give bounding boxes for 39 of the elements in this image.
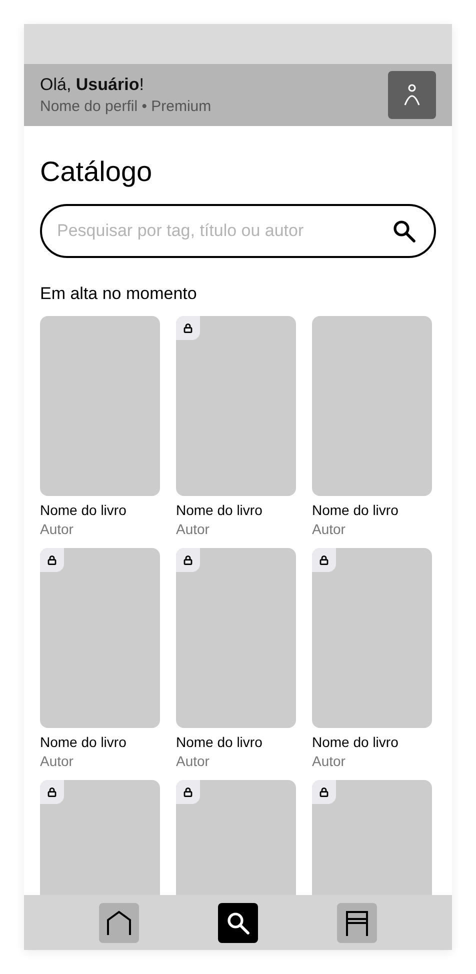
book-author: Autor xyxy=(40,753,74,769)
lock-icon xyxy=(183,787,193,797)
book-author: Autor xyxy=(312,521,346,537)
search-field[interactable]: Pesquisar por tag, título ou autor xyxy=(40,204,436,258)
book-title: Nome do livro xyxy=(40,502,128,518)
shelf-icon xyxy=(345,910,370,936)
lock-icon xyxy=(183,323,193,333)
lock-icon xyxy=(47,787,57,797)
library-tab[interactable] xyxy=(337,902,378,942)
search-icon[interactable] xyxy=(392,219,416,243)
greeting: Olá, Usuário! xyxy=(40,75,145,95)
profile-subtitle: Nome do perfil • Premium xyxy=(40,98,212,115)
search-tab[interactable] xyxy=(218,902,258,942)
lock-icon xyxy=(47,555,57,565)
book-cover[interactable] xyxy=(176,316,296,496)
book-author: Autor xyxy=(176,521,210,537)
page-title: Catálogo xyxy=(40,156,154,188)
book-author: Autor xyxy=(312,753,346,769)
search-icon xyxy=(226,910,250,934)
book-title: Nome do livro xyxy=(312,734,400,750)
book-cover[interactable] xyxy=(176,548,296,728)
home-icon xyxy=(106,910,132,936)
book-title: Nome do livro xyxy=(176,502,264,518)
section-heading: Em alta no momento xyxy=(40,284,198,304)
book-author: Autor xyxy=(40,521,74,537)
lock-icon xyxy=(319,555,329,565)
book-title: Nome do livro xyxy=(312,502,400,518)
person-icon xyxy=(402,83,422,107)
profile-button[interactable] xyxy=(388,71,436,119)
book-cover[interactable] xyxy=(312,548,432,728)
book-cover[interactable] xyxy=(312,316,432,496)
lock-icon xyxy=(319,787,329,797)
home-tab[interactable] xyxy=(98,902,139,942)
book-title: Nome do livro xyxy=(176,734,264,750)
book-cover[interactable] xyxy=(40,316,160,496)
book-title: Nome do livro xyxy=(40,734,128,750)
book-author: Autor xyxy=(176,753,210,769)
lock-icon xyxy=(183,555,193,565)
book-cover[interactable] xyxy=(40,548,160,728)
